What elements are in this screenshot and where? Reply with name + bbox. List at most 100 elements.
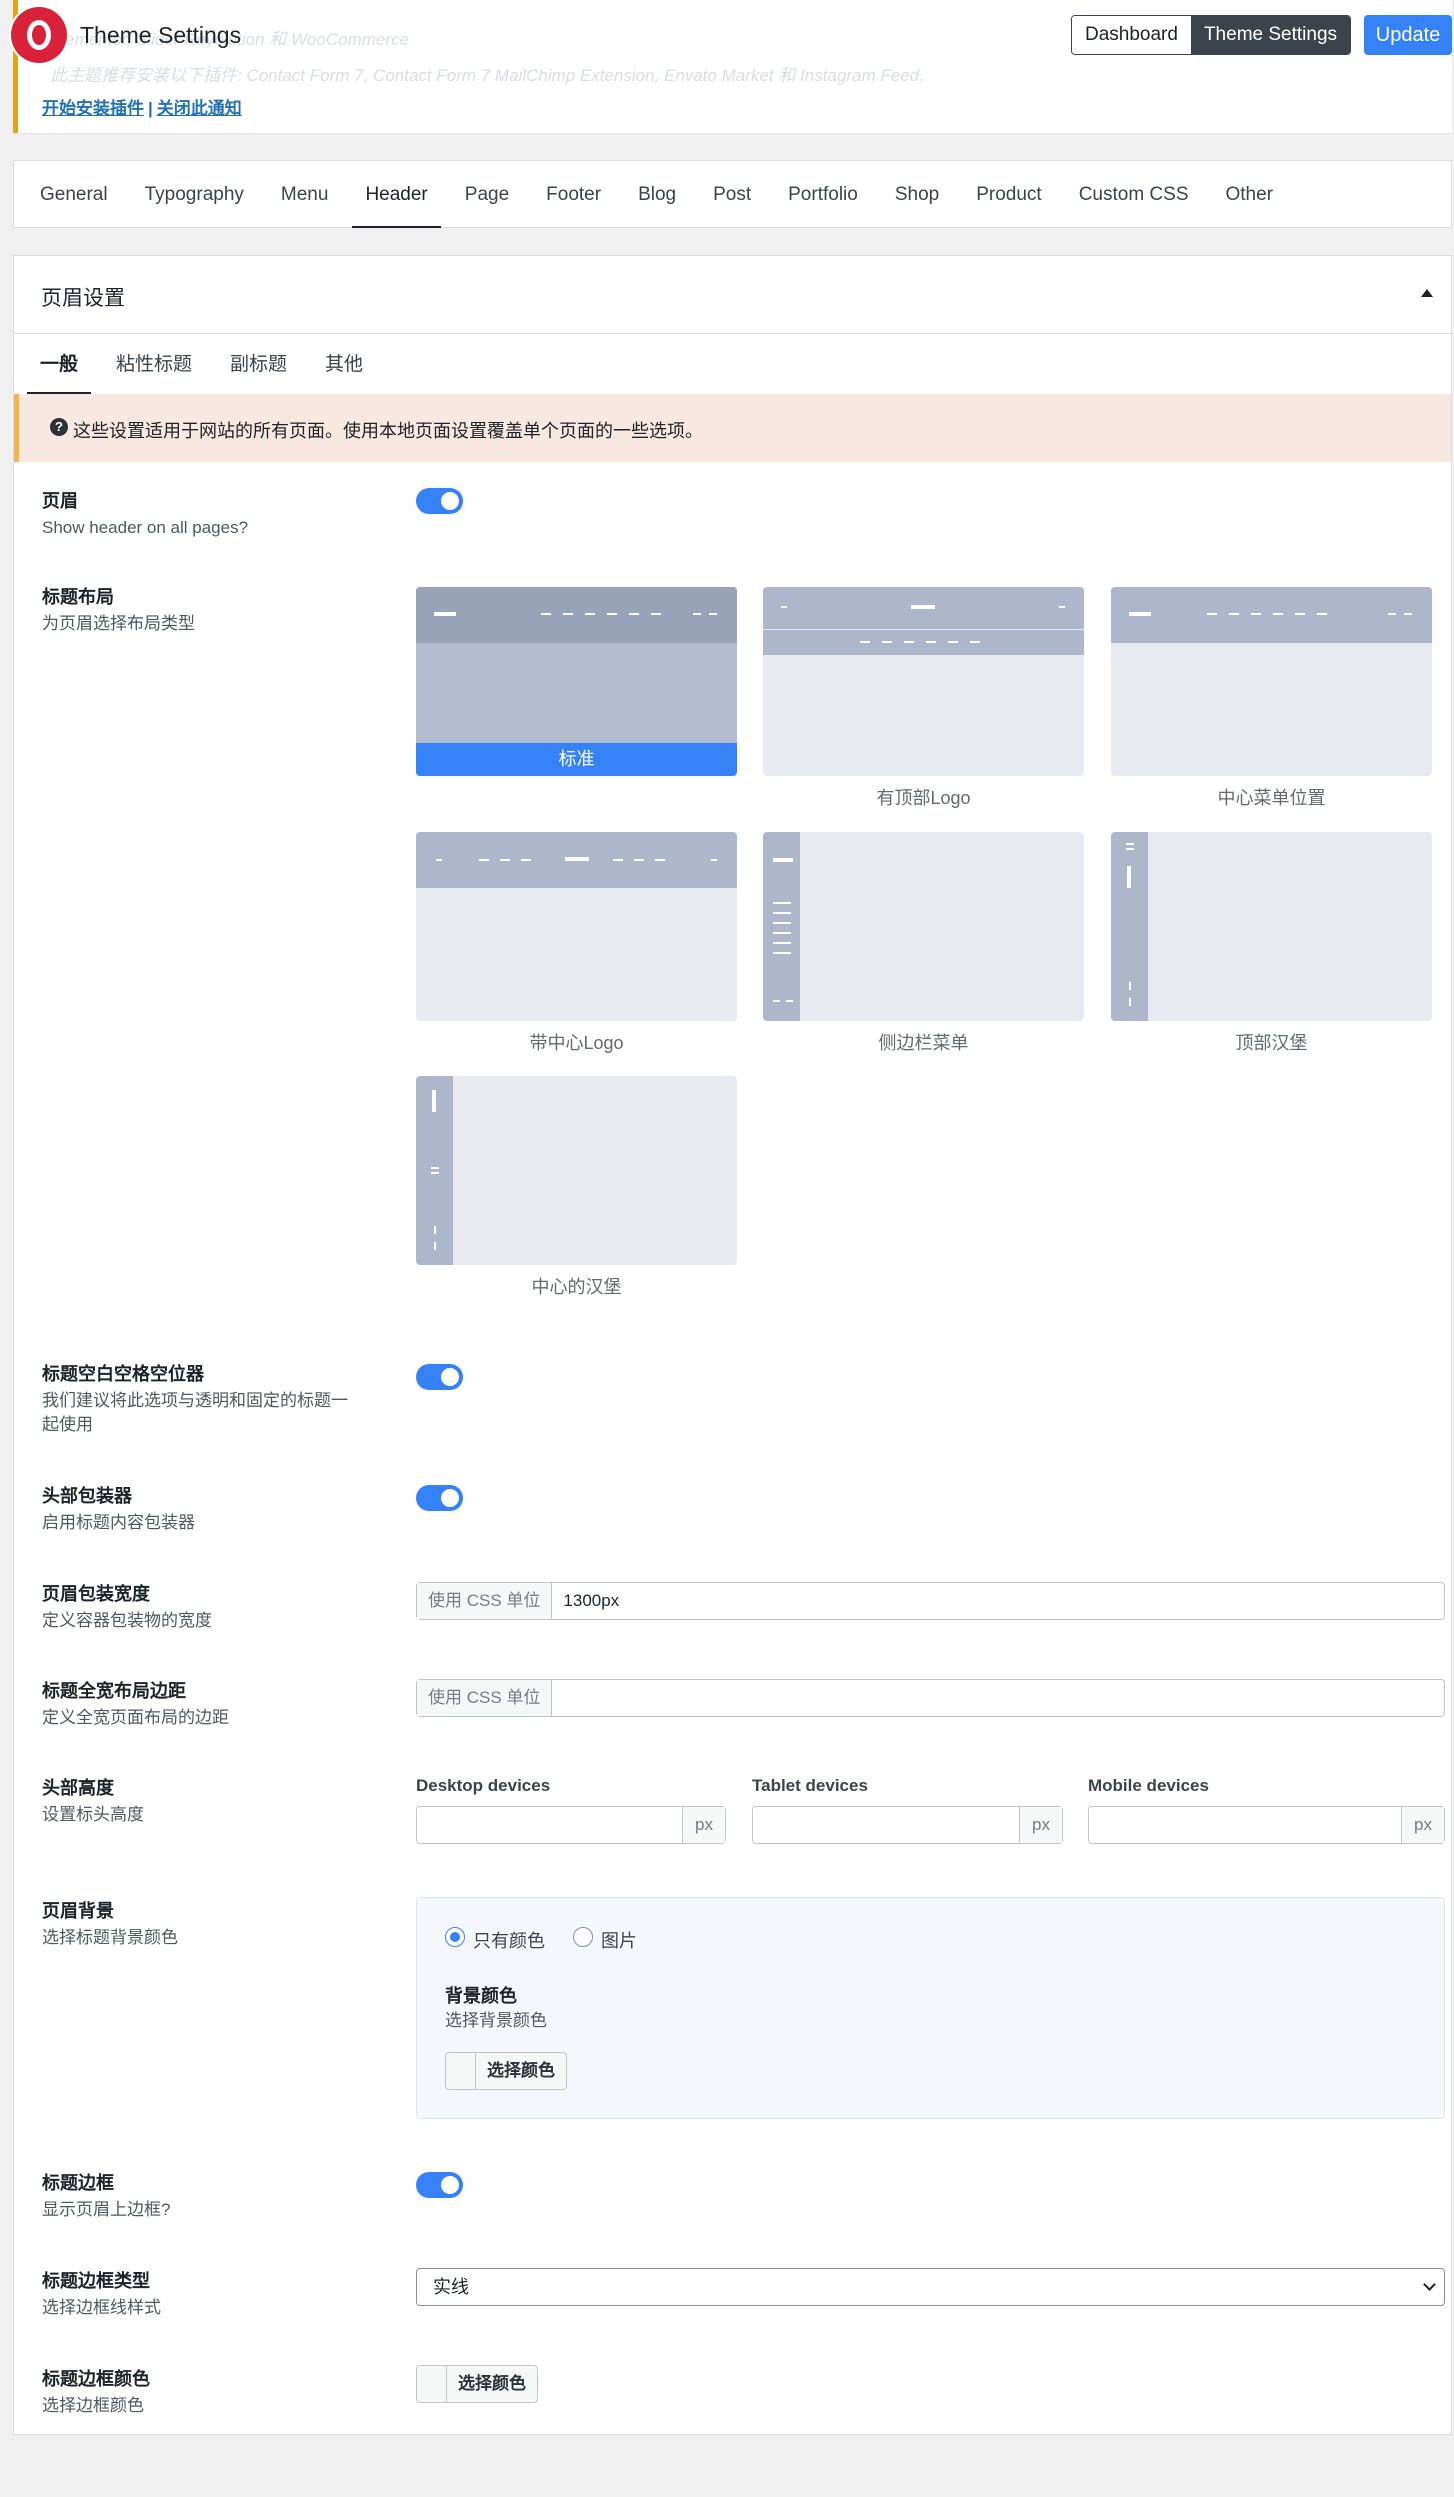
wrapper-toggle[interactable] [416, 1485, 463, 1511]
layout-caption-center-hamburger: 中心的汉堡 [531, 1277, 622, 1297]
layout-preview-sidebar [416, 1076, 453, 1265]
header-settings-panel: 页眉设置 一般 粘性标题 副标题 其他 ? 这些设置适用于网站的所有页面。使用本… [13, 255, 1452, 2435]
layout-preview-sidebar [763, 832, 800, 1021]
tab-product[interactable]: Product [963, 161, 1054, 227]
layout-option-sidebar-menu[interactable] [763, 832, 1084, 1021]
layout-caption-standard: 标准 [416, 743, 737, 776]
info-text: 这些设置适用于网站的所有页面。使用本地页面设置覆盖单个页面的一些选项。 [73, 421, 703, 441]
layout-option-center-logo[interactable] [416, 832, 737, 1021]
tab-shop[interactable]: Shop [882, 161, 952, 227]
tab-typography[interactable]: Typography [132, 161, 257, 227]
question-icon: ? [50, 418, 68, 436]
background-desc: 选择标题背景颜色 [42, 1928, 178, 1947]
color-swatch [417, 2366, 447, 2402]
wrapper-width-desc: 定义容器包装物的宽度 [42, 1611, 212, 1630]
header-desc: Show header on all pages? [42, 518, 249, 537]
tab-other[interactable]: Other [1213, 161, 1287, 227]
bg-color-label: 背景颜色 [445, 1986, 517, 2006]
tab-page[interactable]: Page [452, 161, 522, 227]
height-label: 头部高度 [42, 1778, 114, 1798]
layout-option-standard[interactable]: 标准 [416, 587, 737, 776]
desktop-height-input[interactable]: px [416, 1806, 726, 1844]
subtab-other[interactable]: 其他 [312, 335, 376, 394]
header-toggle[interactable] [416, 488, 463, 514]
layout-preview-header [416, 587, 737, 643]
layout-preview-header [763, 587, 1084, 655]
border-type-select[interactable]: 实线 [416, 2268, 1445, 2306]
theme-settings-button[interactable]: Theme Settings [1190, 16, 1351, 54]
fullwidth-padding-desc: 定义全宽页面布局的边距 [42, 1708, 229, 1727]
layout-caption-center-menu: 中心菜单位置 [1217, 788, 1326, 808]
px-unit: px [682, 1807, 725, 1843]
bg-color-picker-label: 选择颜色 [487, 2061, 555, 2080]
panel-header[interactable]: 页眉设置 [14, 256, 1451, 334]
border-toggle[interactable] [416, 2172, 463, 2198]
px-unit: px [1401, 1807, 1444, 1843]
tab-general[interactable]: General [27, 161, 121, 227]
tab-portfolio[interactable]: Portfolio [775, 161, 871, 227]
background-label: 页眉背景 [42, 1901, 114, 1921]
fullwidth-padding-input[interactable]: 使用 CSS 单位 [416, 1679, 1445, 1717]
header-label: 页眉 [42, 491, 78, 511]
collapse-caret-icon[interactable] [1421, 289, 1433, 297]
subtab-subtitle[interactable]: 副标题 [217, 335, 300, 394]
fullwidth-padding-label: 标题全宽布局边距 [42, 1681, 186, 1701]
dismiss-notice-link[interactable]: 关闭此通知 [157, 99, 242, 118]
tab-post[interactable]: Post [700, 161, 764, 227]
mobile-height-label: Mobile devices [1088, 1776, 1209, 1795]
tab-blog[interactable]: Blog [625, 161, 689, 227]
mobile-height-input[interactable]: px [1088, 1806, 1445, 1844]
wrapper-width-input[interactable]: 使用 CSS 单位 1300px [416, 1582, 1445, 1620]
color-swatch [446, 2053, 476, 2089]
radio-color-only[interactable] [445, 1927, 465, 1947]
desktop-height-label: Desktop devices [416, 1776, 551, 1795]
layout-desc: 为页眉选择布局类型 [42, 614, 195, 633]
border-color-desc: 选择边框颜色 [42, 2396, 144, 2415]
layout-preview-header [1111, 587, 1432, 643]
view-switcher: Dashboard Theme Settings [1071, 15, 1352, 55]
px-unit: px [1019, 1807, 1062, 1843]
height-desc: 设置标头高度 [42, 1805, 144, 1824]
tab-header[interactable]: Header [352, 161, 442, 228]
bg-color-picker-button[interactable]: 选择颜色 [445, 2052, 567, 2090]
border-type-value: 实线 [433, 2277, 469, 2297]
border-color-label: 标题边框颜色 [42, 2369, 150, 2389]
fullwidth-padding-value[interactable] [552, 1680, 1444, 1716]
subtab-sticky-header[interactable]: 粘性标题 [103, 335, 205, 394]
spacer-toggle[interactable] [416, 1364, 463, 1390]
tab-custom-css[interactable]: Custom CSS [1066, 161, 1202, 227]
dashboard-button[interactable]: Dashboard [1072, 16, 1191, 54]
layout-label: 标题布局 [42, 587, 114, 607]
radio-color-only-label[interactable]: 只有颜色 [473, 1927, 545, 1953]
layout-option-center-menu[interactable] [1111, 587, 1432, 776]
install-plugins-link[interactable]: 开始安装插件 [42, 99, 144, 118]
wrapper-width-value[interactable]: 1300px [552, 1583, 1444, 1619]
sub-tabs: 一般 粘性标题 副标题 其他 [27, 335, 388, 394]
notice-separator: | [148, 99, 153, 118]
tablet-height-input[interactable]: px [752, 1806, 1063, 1844]
border-label: 标题边框 [42, 2173, 114, 2193]
subtab-general[interactable]: 一般 [27, 335, 92, 394]
layout-preview-sidebar [1111, 832, 1148, 1021]
css-unit-addon: 使用 CSS 单位 [417, 1583, 553, 1619]
layout-option-top-logo[interactable] [763, 587, 1084, 776]
layout-caption-top-logo: 有顶部Logo [876, 788, 971, 808]
top-bar: Theme Settings Dashboard Theme Settings … [0, 0, 1454, 72]
layout-option-top-hamburger[interactable] [1111, 832, 1432, 1021]
layout-caption-center-logo: 带中心Logo [529, 1033, 624, 1053]
radio-image[interactable] [573, 1927, 593, 1947]
update-button[interactable]: Update [1364, 15, 1452, 55]
settings-tabs: General Typography Menu Header Page Foot… [13, 160, 1452, 228]
border-color-picker-button[interactable]: 选择颜色 [416, 2365, 538, 2403]
info-notice: ? 这些设置适用于网站的所有页面。使用本地页面设置覆盖单个页面的一些选项。 [14, 394, 1451, 462]
panel-title: 页眉设置 [41, 287, 125, 310]
radio-image-label[interactable]: 图片 [601, 1927, 637, 1953]
background-options: 只有颜色 图片 背景颜色 选择背景颜色 选择颜色 [416, 1897, 1445, 2119]
tab-menu[interactable]: Menu [268, 161, 342, 227]
layout-option-center-hamburger[interactable] [416, 1076, 737, 1265]
app-title: Theme Settings [80, 22, 242, 48]
layout-caption-sidebar-menu: 侧边栏菜单 [878, 1033, 969, 1053]
tab-footer[interactable]: Footer [533, 161, 614, 227]
theme-logo-icon [11, 7, 67, 63]
border-color-picker-label: 选择颜色 [458, 2374, 526, 2393]
